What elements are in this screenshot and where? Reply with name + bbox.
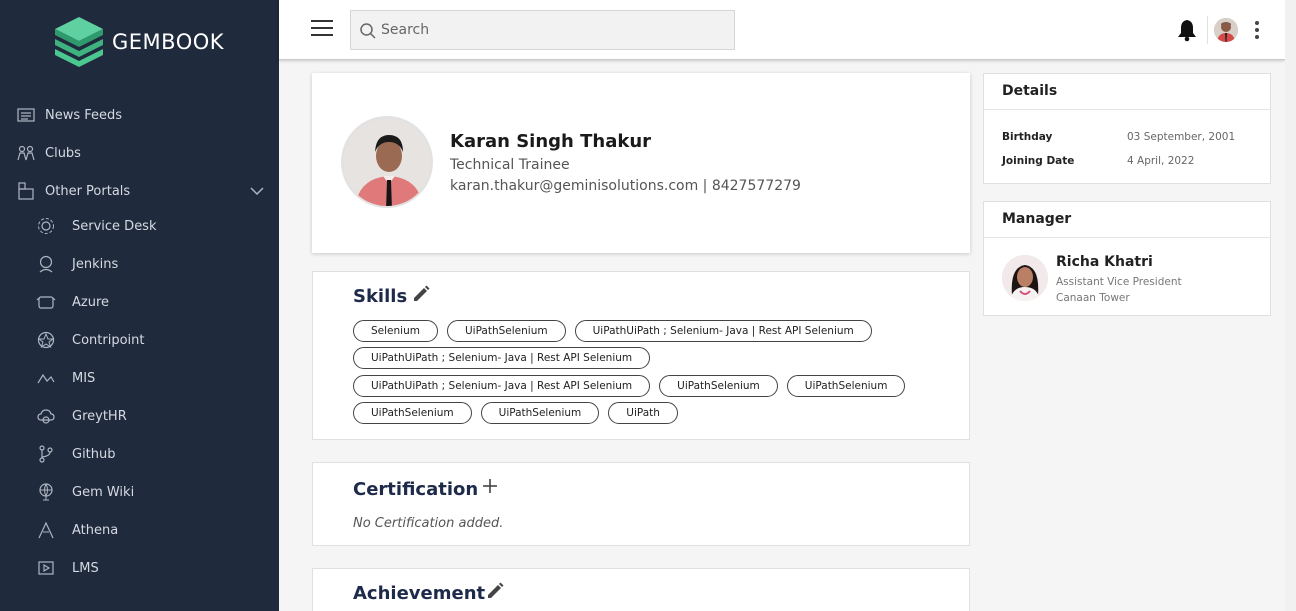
page-scrollbar[interactable] xyxy=(1285,0,1296,611)
sidebar-item-label: MIS xyxy=(72,370,96,386)
manager-header: Manager xyxy=(984,202,1270,238)
notification-bell-icon[interactable] xyxy=(1176,18,1198,42)
sidebar-item-label: Clubs xyxy=(45,145,81,161)
sidebar-item-label: GreytHR xyxy=(72,408,127,424)
skill-chip[interactable]: Selenium xyxy=(353,320,438,342)
sidebar-item-label: Jenkins xyxy=(72,256,119,272)
divider xyxy=(1207,16,1208,44)
achievement-title: Achievement xyxy=(353,583,486,604)
search-icon xyxy=(360,23,376,39)
skill-chip[interactable]: UiPathUiPath ; Selenium- Java | Rest API… xyxy=(353,375,651,397)
profile-name: Karan Singh Thakur xyxy=(450,131,652,152)
details-header: Details xyxy=(984,74,1270,110)
gem-wiki-icon xyxy=(35,481,57,503)
gembook-logo-icon xyxy=(55,17,103,67)
edit-skills-icon[interactable] xyxy=(411,284,431,304)
greythr-icon xyxy=(35,405,57,427)
sidebar-item-contripoint[interactable]: Contripoint xyxy=(0,321,279,359)
skills-card: Skills Selenium UiPathSelenium UiPathUiP… xyxy=(312,271,970,440)
skill-chip[interactable]: UiPathSelenium xyxy=(446,320,566,342)
sidebar-item-label: Github xyxy=(72,446,116,462)
sidebar-item-label: Contripoint xyxy=(72,332,145,348)
sidebar-item-news-feeds[interactable]: News Feeds xyxy=(0,96,279,134)
sidebar-item-azure[interactable]: Azure xyxy=(0,283,279,321)
skill-chip[interactable]: UiPathSelenium xyxy=(480,402,600,424)
azure-icon xyxy=(35,291,57,313)
clubs-icon xyxy=(15,142,37,164)
certification-card: Certification No Certification added. xyxy=(312,462,970,546)
app-root: GEMBOOK News Feeds Clubs Other Portals S… xyxy=(0,0,1296,611)
skill-chip[interactable]: UiPath xyxy=(608,402,678,424)
sidebar-item-mis[interactable]: MIS xyxy=(0,359,279,397)
skills-row: UiPathUiPath ; Selenium- Java | Rest API… xyxy=(353,375,906,397)
sidebar-item-service-desk[interactable]: Service Desk xyxy=(0,207,279,245)
sidebar-item-label: Service Desk xyxy=(72,218,157,234)
manager-name[interactable]: Richa Khatri xyxy=(1056,254,1153,270)
brand-logo[interactable]: GEMBOOK xyxy=(52,15,224,69)
profile-job-title: Technical Trainee xyxy=(450,157,570,173)
skill-chip[interactable]: UiPathSelenium xyxy=(659,375,778,397)
certification-title: Certification xyxy=(353,479,479,500)
mis-icon xyxy=(35,367,57,389)
top-bar xyxy=(279,0,1285,60)
add-certification-icon[interactable] xyxy=(481,477,499,495)
search-box[interactable] xyxy=(350,10,735,50)
birthday-label: Birthday xyxy=(1002,131,1053,143)
sidebar-item-github[interactable]: Github xyxy=(0,435,279,473)
edit-achievement-icon[interactable] xyxy=(485,581,505,601)
joining-date-value: 4 April, 2022 xyxy=(1127,155,1195,167)
sidebar-item-gem-wiki[interactable]: Gem Wiki xyxy=(0,473,279,511)
achievement-card: Achievement xyxy=(312,568,970,611)
sidebar-item-label: News Feeds xyxy=(45,107,123,123)
jenkins-icon xyxy=(35,253,57,275)
skill-chip[interactable]: UiPathUiPath ; Selenium- Java | Rest API… xyxy=(353,347,651,369)
service-desk-icon xyxy=(35,215,57,237)
birthday-value: 03 September, 2001 xyxy=(1127,131,1236,143)
sidebar-item-clubs[interactable]: Clubs xyxy=(0,134,279,172)
sidebar-item-label: LMS xyxy=(72,560,99,576)
profile-contact: karan.thakur@geminisolutions.com | 84275… xyxy=(450,178,801,194)
sidebar-item-label: Other Portals xyxy=(45,183,131,199)
contripoint-icon xyxy=(35,329,57,351)
chevron-down-icon[interactable] xyxy=(248,182,266,200)
brand-name: GEMBOOK xyxy=(112,30,225,54)
skill-chip[interactable]: UiPathSelenium xyxy=(786,375,906,397)
manager-title: Manager xyxy=(1002,211,1072,227)
profile-card: Karan Singh Thakur Technical Trainee kar… xyxy=(312,73,970,253)
hamburger-menu-icon[interactable] xyxy=(311,20,333,40)
details-card: Details Birthday 03 September, 2001 Join… xyxy=(983,73,1271,184)
skills-row: Selenium UiPathSelenium UiPathUiPath ; S… xyxy=(353,320,872,342)
profile-avatar xyxy=(341,116,433,208)
details-title: Details xyxy=(1002,83,1058,99)
search-input[interactable] xyxy=(381,19,721,41)
skills-row: UiPathSelenium UiPathSelenium UiPath xyxy=(353,402,678,424)
manager-location: Canaan Tower xyxy=(1056,292,1130,304)
joining-date-label: Joining Date xyxy=(1002,155,1075,167)
github-icon xyxy=(35,443,57,465)
sidebar: GEMBOOK News Feeds Clubs Other Portals S… xyxy=(0,0,279,611)
certification-empty-text: No Certification added. xyxy=(353,516,504,531)
sidebar-item-athena[interactable]: Athena xyxy=(0,511,279,549)
sidebar-item-lms[interactable]: LMS xyxy=(0,549,279,587)
skills-row: UiPathUiPath ; Selenium- Java | Rest API… xyxy=(353,347,651,369)
athena-icon xyxy=(35,519,57,541)
more-options-icon[interactable] xyxy=(1255,21,1261,39)
manager-role: Assistant Vice President xyxy=(1056,276,1182,288)
portals-icon xyxy=(15,180,37,202)
sidebar-item-other-portals[interactable]: Other Portals xyxy=(0,172,279,210)
skill-chip[interactable]: UiPathUiPath ; Selenium- Java | Rest API… xyxy=(574,320,872,342)
lms-icon xyxy=(35,557,57,579)
skills-title: Skills xyxy=(353,286,408,307)
sidebar-item-label: Athena xyxy=(72,522,119,538)
manager-card: Manager Richa Khatri Assistant Vice Pres… xyxy=(983,201,1271,316)
sidebar-item-label: Azure xyxy=(72,294,110,310)
manager-avatar[interactable] xyxy=(1002,255,1048,301)
news-feed-icon xyxy=(15,104,37,126)
sidebar-item-label: Gem Wiki xyxy=(72,484,135,500)
skill-chip[interactable]: UiPathSelenium xyxy=(353,402,472,424)
user-avatar[interactable] xyxy=(1214,18,1238,42)
sidebar-item-jenkins[interactable]: Jenkins xyxy=(0,245,279,283)
sidebar-item-greythr[interactable]: GreytHR xyxy=(0,397,279,435)
